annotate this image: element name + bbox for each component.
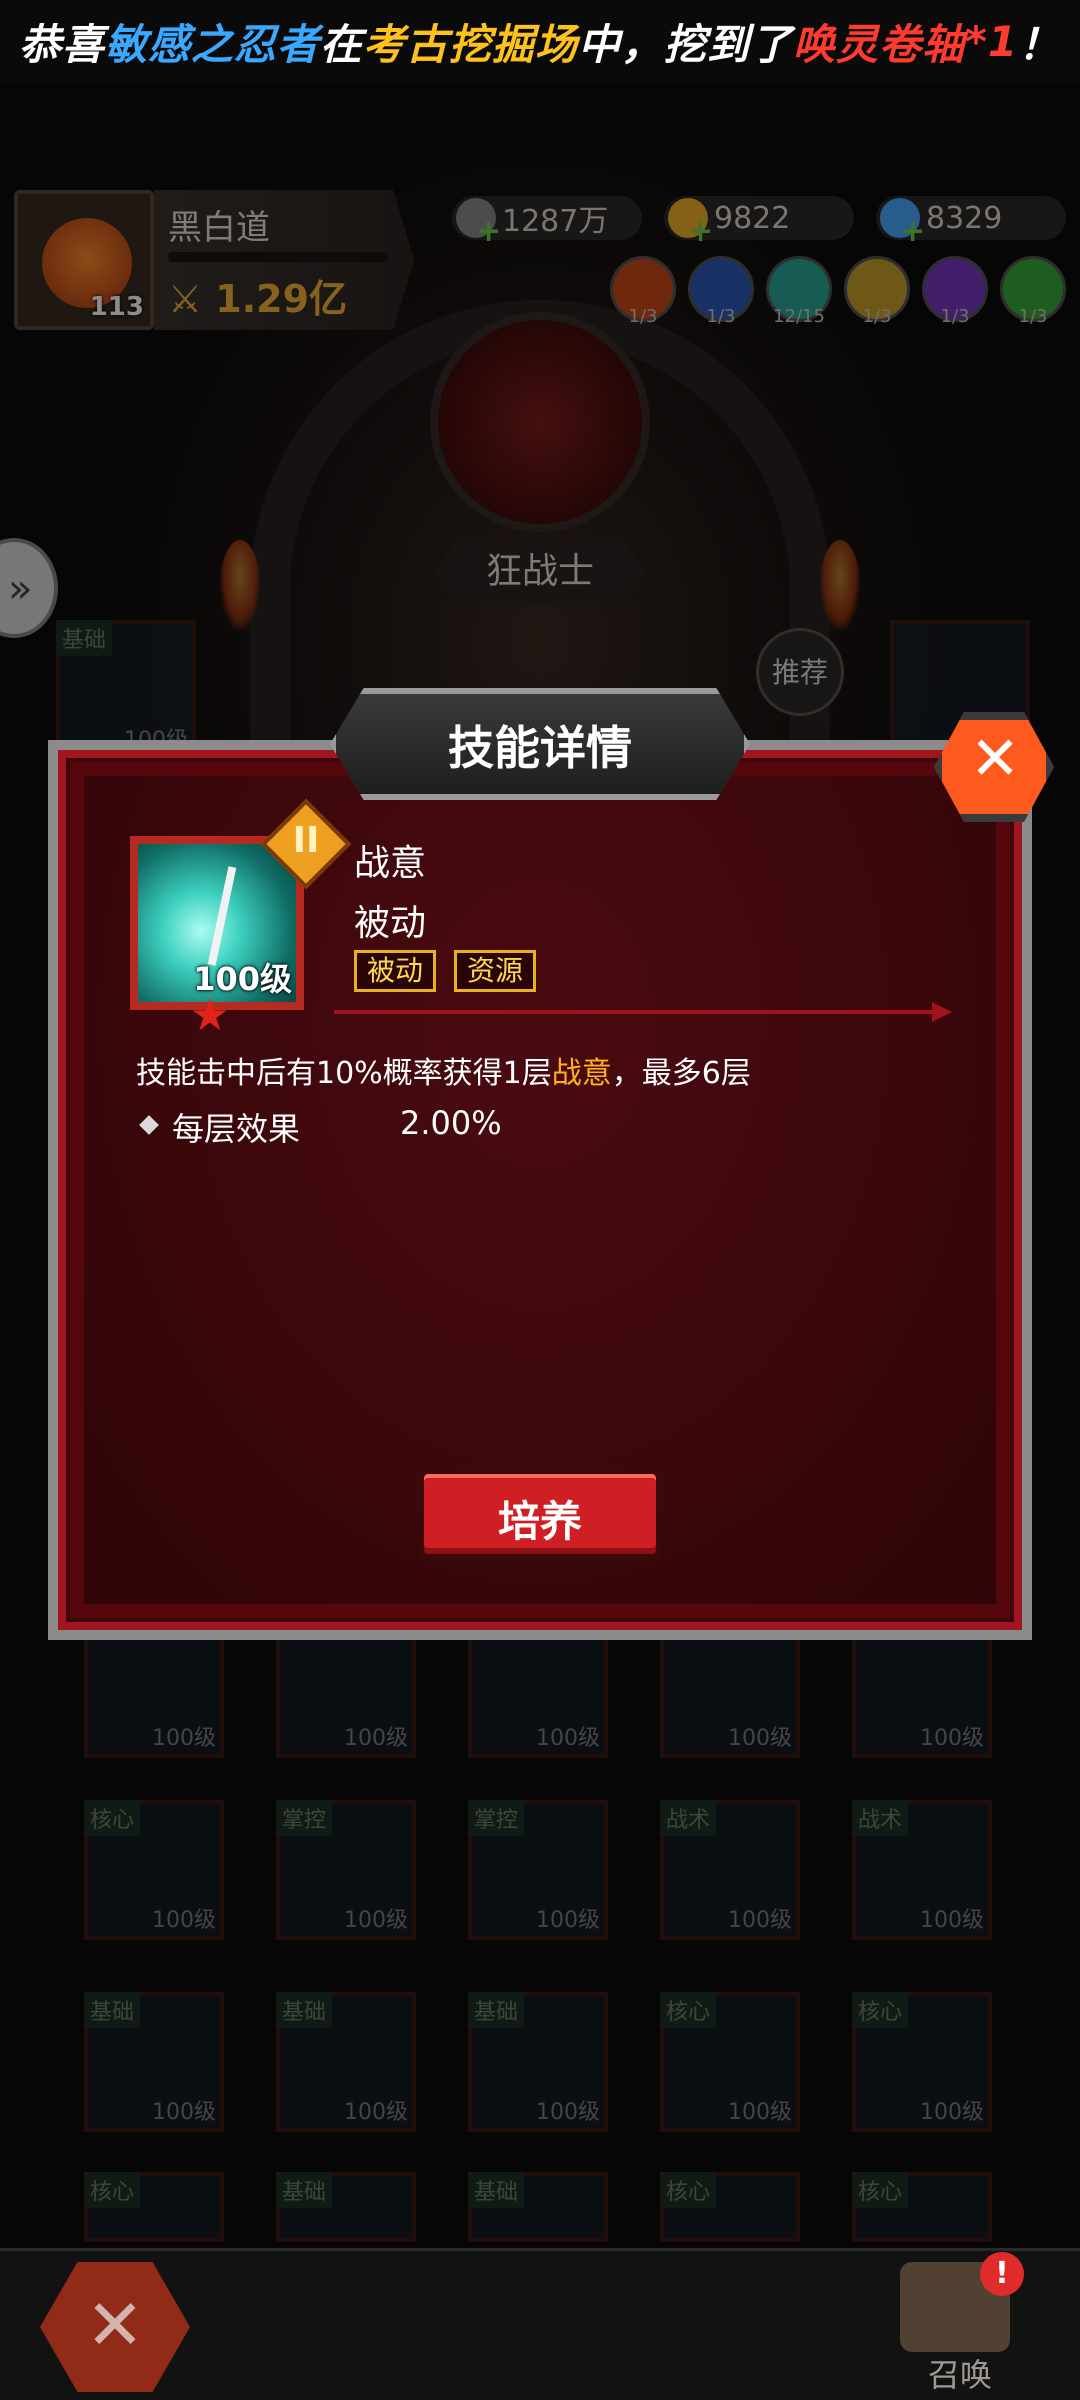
skill-rank: II	[292, 820, 320, 861]
announce-place: 考古挖掘场	[362, 19, 578, 69]
announce-qty: *1	[964, 16, 1019, 66]
effect-label: 每层效果	[172, 1110, 301, 1148]
sword-icon	[207, 866, 237, 966]
close-icon[interactable]: ✕	[40, 2284, 190, 2366]
close-icon[interactable]: ✕	[960, 724, 1030, 794]
description-highlight: 战意	[551, 1056, 612, 1091]
announce-middle: 中，挖到了	[577, 19, 793, 69]
description-text: ，最多6层	[611, 1056, 751, 1091]
train-button-label[interactable]: 培养	[418, 1488, 662, 1549]
skill-type: 被动	[354, 903, 427, 944]
alert-badge: !	[980, 2252, 1024, 2296]
announce-at: 在	[319, 19, 363, 69]
announce-item: 唤灵卷轴	[792, 19, 965, 69]
announcement-banner: 恭喜 敏感之忍者在考古挖掘场 中，挖到了 唤灵卷轴 *1！	[0, 0, 1080, 82]
announce-prefix: 恭喜	[18, 19, 105, 69]
skill-name: 战意	[354, 843, 427, 884]
skill-tag: 资源	[454, 950, 537, 992]
description-text: 技能击中后有10%概率获得1层	[136, 1056, 552, 1091]
summon-label[interactable]: 召唤	[905, 2350, 1015, 2396]
divider-arrow-icon	[932, 1002, 952, 1022]
announce-suffix: ！	[1018, 19, 1062, 69]
announce-player: 敏感之忍者	[104, 19, 320, 69]
effect-value: 2.00%	[400, 1104, 502, 1142]
skill-description: 技能击中后有10%概率获得1层战意，最多6层	[136, 1048, 751, 1092]
dialog-title: 技能详情	[448, 721, 632, 775]
divider	[334, 1010, 944, 1014]
skill-tag: 被动	[354, 950, 437, 992]
star-icon: ★	[190, 990, 230, 1041]
